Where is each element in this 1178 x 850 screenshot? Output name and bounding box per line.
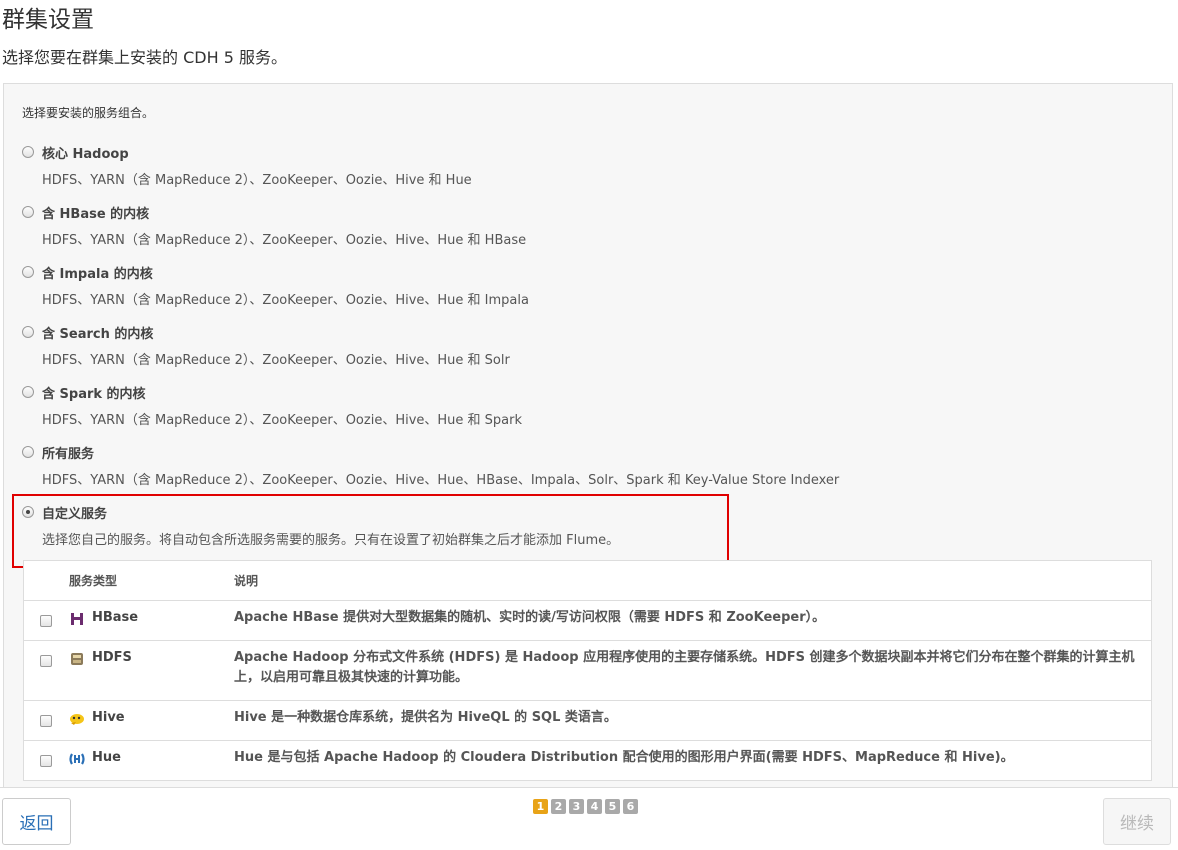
table-row-hue: Hue Hue 是与包括 Apache Hadoop 的 Cloudera Di… <box>24 741 1151 781</box>
service-description: Apache Hadoop 分布式文件系统 (HDFS) 是 Hadoop 应用… <box>234 650 1135 685</box>
option-title: 所有服务 <box>42 447 95 462</box>
service-checkbox[interactable] <box>40 655 52 667</box>
service-description: Hive 是一种数据仓库系统，提供名为 HiveQL 的 SQL 类语言。 <box>234 710 617 725</box>
service-checkbox[interactable] <box>40 615 52 627</box>
back-button[interactable]: 返回 <box>2 798 71 845</box>
radio-button[interactable] <box>22 326 34 338</box>
table-row-hive: Hive Hive 是一种数据仓库系统，提供名为 HiveQL 的 SQL 类语… <box>24 701 1151 741</box>
wizard-footer: 返回 1 2 3 4 5 6 继续 <box>0 787 1178 850</box>
radio-button[interactable] <box>22 266 34 278</box>
option-description: HDFS、YARN（含 MapReduce 2）、ZooKeeper、Oozie… <box>42 233 527 248</box>
option-title: 核心 Hadoop <box>42 147 129 162</box>
table-row-hdfs: HDFS Apache Hadoop 分布式文件系统 (HDFS) 是 Hado… <box>24 641 1151 701</box>
radio-button[interactable] <box>22 146 34 158</box>
column-header-service-type: 服务类型 <box>69 574 118 588</box>
service-checkbox[interactable] <box>40 755 52 767</box>
step-1-button[interactable]: 1 <box>533 799 548 814</box>
service-checkbox[interactable] <box>40 715 52 727</box>
panel-prompt: 选择要安装的服务组合。 <box>22 106 155 120</box>
option-title: 含 Spark 的内核 <box>42 387 146 402</box>
hive-icon <box>69 711 85 727</box>
service-description: Hue 是与包括 Apache Hadoop 的 Cloudera Distri… <box>234 750 1014 765</box>
option-description: HDFS、YARN（含 MapReduce 2）、ZooKeeper、Oozie… <box>42 413 523 428</box>
option-description: HDFS、YARN（含 MapReduce 2）、ZooKeeper、Oozie… <box>42 293 529 308</box>
step-4-button[interactable]: 4 <box>587 799 602 814</box>
option-description: HDFS、YARN（含 MapReduce 2）、ZooKeeper、Oozie… <box>42 473 840 488</box>
step-5-button[interactable]: 5 <box>605 799 620 814</box>
step-6-button[interactable]: 6 <box>623 799 638 814</box>
radio-button[interactable] <box>22 206 34 218</box>
service-name: Hue <box>92 750 121 765</box>
page-subtitle: 选择您要在群集上安装的 CDH 5 服务。 <box>2 48 287 67</box>
service-name: HDFS <box>92 650 132 665</box>
services-table: 服务类型 说明 HBase Apache HBase 提供对大型数据集的随机、实… <box>23 560 1152 781</box>
step-3-button[interactable]: 3 <box>569 799 584 814</box>
option-title: 含 Search 的内核 <box>42 327 154 342</box>
column-header-description: 说明 <box>234 574 259 588</box>
option-description: HDFS、YARN（含 MapReduce 2）、ZooKeeper、Oozie… <box>42 353 510 368</box>
table-header: 服务类型 说明 <box>24 561 1151 601</box>
option-title: 含 HBase 的内核 <box>42 207 150 222</box>
radio-button[interactable] <box>22 446 34 458</box>
option-description: HDFS、YARN（含 MapReduce 2）、ZooKeeper、Oozie… <box>42 173 472 188</box>
page-title: 群集设置 <box>2 7 94 33</box>
option-title: 含 Impala 的内核 <box>42 267 153 282</box>
step-2-button[interactable]: 2 <box>551 799 566 814</box>
hdfs-icon <box>69 651 85 667</box>
continue-button[interactable]: 继续 <box>1103 798 1171 845</box>
service-name: Hive <box>92 710 125 725</box>
radio-button[interactable] <box>22 386 34 398</box>
service-name: HBase <box>92 610 139 625</box>
hbase-icon <box>69 611 85 627</box>
service-description: Apache HBase 提供对大型数据集的随机、实时的读/写访问权限（需要 H… <box>234 610 826 625</box>
highlight-annotation-box <box>12 494 729 568</box>
table-row-hbase: HBase Apache HBase 提供对大型数据集的随机、实时的读/写访问权… <box>24 601 1151 641</box>
wizard-step-pager: 1 2 3 4 5 6 <box>533 799 638 814</box>
hue-icon <box>69 751 85 767</box>
service-selection-panel: 选择要安装的服务组合。 核心 Hadoop HDFS、YARN（含 MapRed… <box>3 83 1173 788</box>
